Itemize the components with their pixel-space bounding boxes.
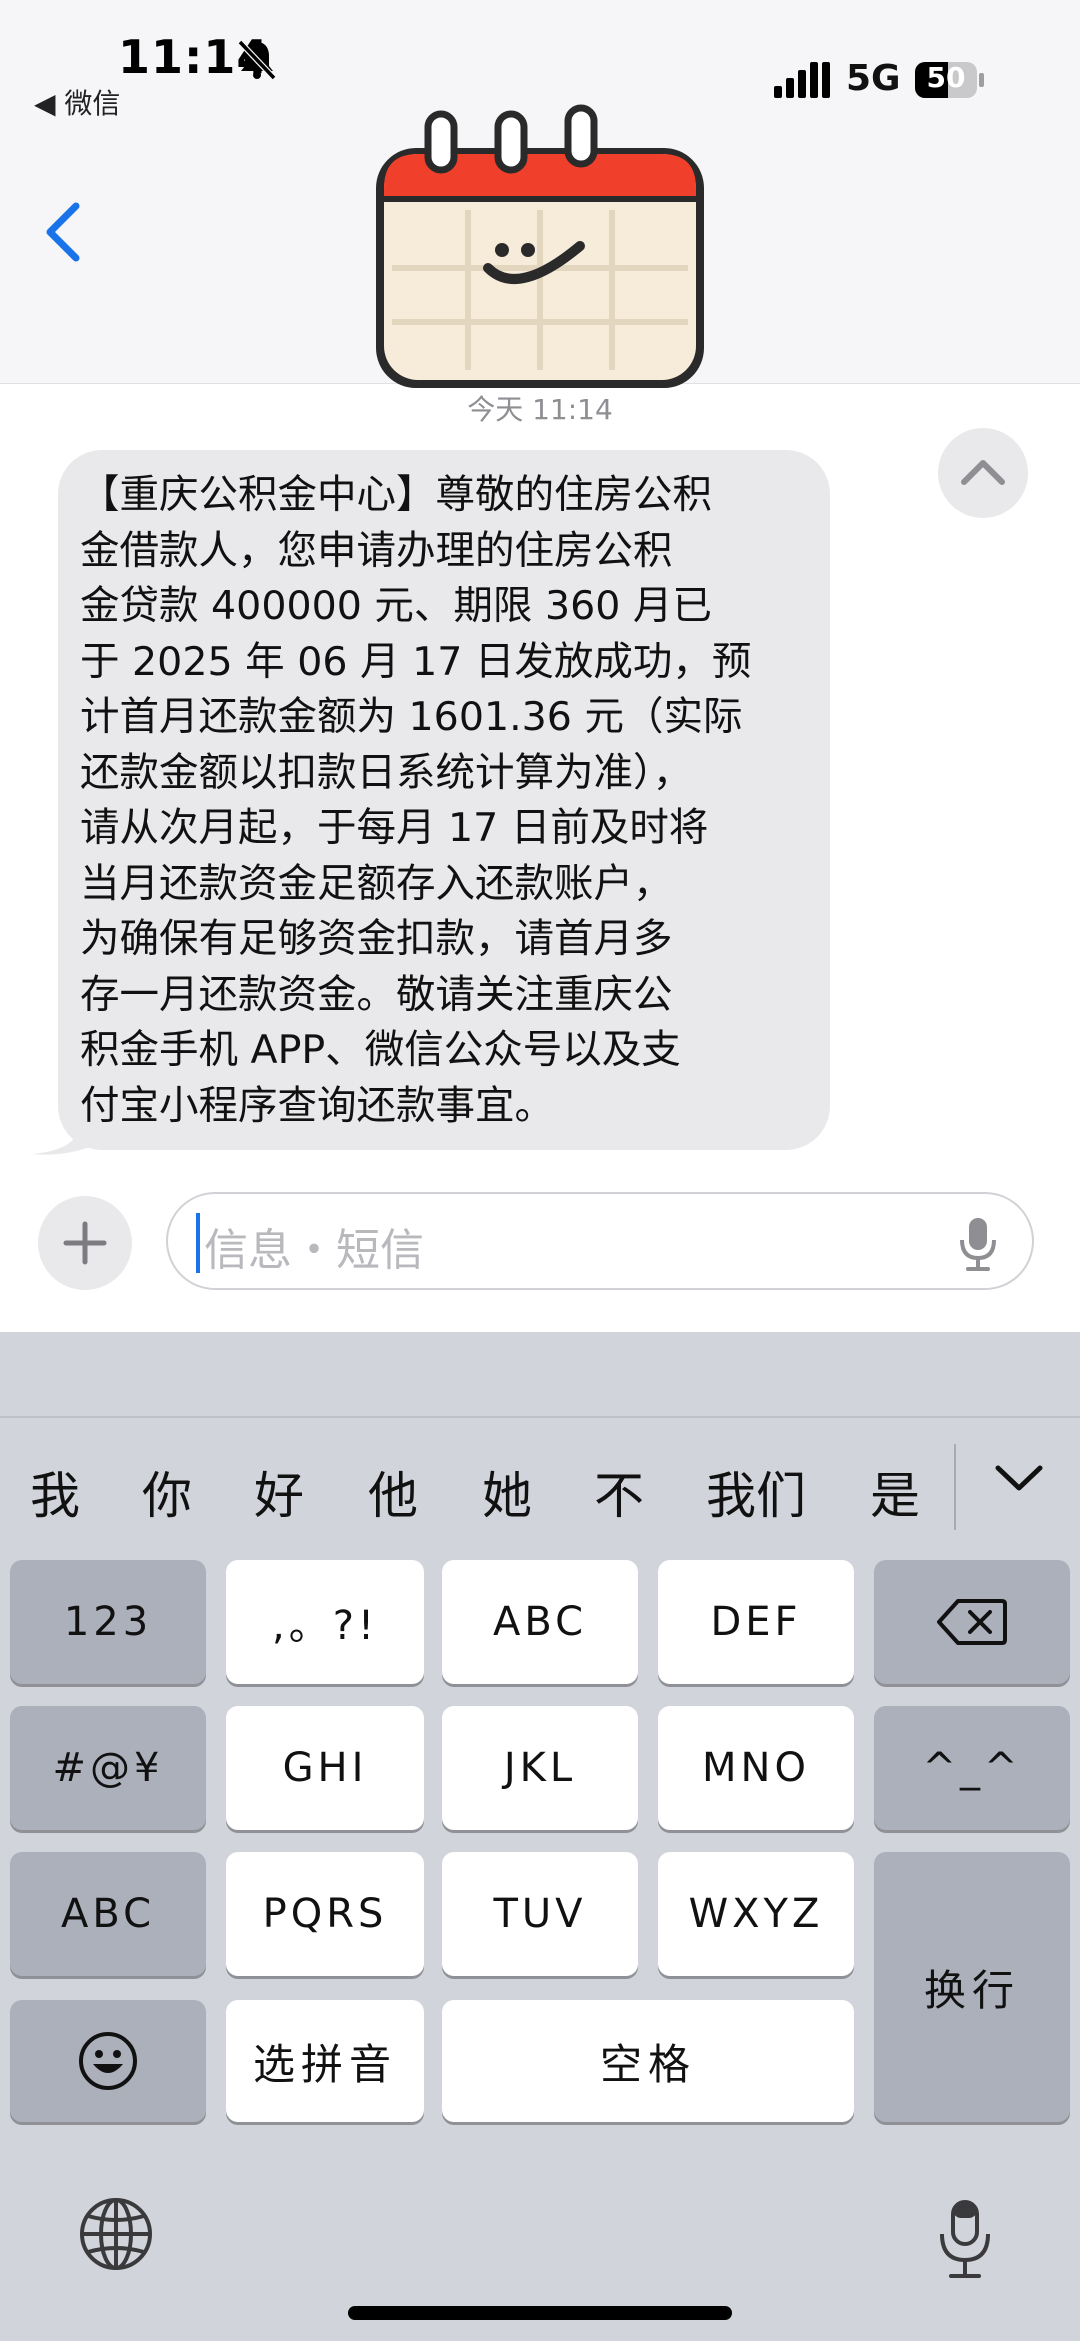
battery-level: 50 <box>926 61 966 94</box>
dictation-mic-icon[interactable] <box>958 1216 998 1272</box>
candidate-word[interactable]: 我 <box>30 1456 80 1528</box>
key-select-pinyin[interactable]: 选拼音 <box>226 2000 424 2122</box>
microphone-icon[interactable] <box>936 2198 994 2284</box>
back-chevron-icon[interactable] <box>42 200 86 264</box>
key-123[interactable]: 123 <box>10 1560 206 1684</box>
text-cursor <box>196 1213 200 1273</box>
key-ghi[interactable]: GHI <box>226 1706 424 1830</box>
key-abc[interactable]: ABC <box>442 1560 638 1684</box>
candidate-word[interactable]: 她 <box>482 1456 532 1528</box>
key-return[interactable]: 换行 <box>874 1852 1070 2122</box>
plus-icon <box>63 1221 107 1265</box>
candidate-divider <box>954 1444 956 1530</box>
candidate-bar-border <box>0 1416 1080 1418</box>
network-type: 5G <box>846 58 901 99</box>
chevron-down-icon[interactable] <box>992 1460 1046 1496</box>
key-abc-mode[interactable]: ABC <box>10 1852 206 1976</box>
message-timestamp: 今天 11:14 <box>467 393 613 426</box>
key-mno[interactable]: MNO <box>658 1706 854 1830</box>
key-delete[interactable] <box>874 1560 1070 1684</box>
key-jkl[interactable]: JKL <box>442 1706 638 1830</box>
candidate-word[interactable]: 好 <box>254 1456 304 1528</box>
back-to-wechat-link[interactable]: ◀ 微信 <box>34 82 120 122</box>
candidate-word[interactable]: 是 <box>870 1456 920 1528</box>
key-tuv[interactable]: TUV <box>442 1852 638 1976</box>
candidate-word[interactable]: 你 <box>142 1456 192 1528</box>
add-attachment-button[interactable] <box>38 1196 132 1290</box>
emoji-smiley-icon <box>79 2032 137 2090</box>
candidate-word[interactable]: 我们 <box>706 1456 806 1528</box>
key-punctuation[interactable]: ,。?! <box>226 1560 424 1684</box>
globe-icon[interactable] <box>78 2196 154 2272</box>
key-wxyz[interactable]: WXYZ <box>658 1852 854 1976</box>
key-def[interactable]: DEF <box>658 1560 854 1684</box>
key-symbols[interactable]: #@¥ <box>10 1706 206 1830</box>
signal-icon <box>774 62 830 98</box>
key-pqrs[interactable]: PQRS <box>226 1852 424 1976</box>
key-emoticon[interactable]: ^_^ <box>874 1706 1070 1830</box>
calendar-avatar-icon[interactable] <box>368 100 712 400</box>
candidate-word[interactable]: 他 <box>368 1456 418 1528</box>
message-text: 【重庆公积金中心】尊敬的住房公积 金借款人，您申请办理的住房公积 金贷款 400… <box>80 472 752 1129</box>
incoming-message-bubble[interactable]: 【重庆公积金中心】尊敬的住房公积 金借款人，您申请办理的住房公积 金贷款 400… <box>58 450 830 1150</box>
key-emoji[interactable] <box>10 2000 206 2122</box>
message-input-placeholder: 信息・短信 <box>204 1225 424 1276</box>
home-indicator <box>348 2306 732 2320</box>
candidate-word[interactable]: 不 <box>594 1456 644 1528</box>
collapse-button[interactable] <box>938 428 1028 518</box>
chevron-up-icon <box>961 460 1005 485</box>
key-space[interactable]: 空格 <box>442 2000 854 2122</box>
bell-muted-icon <box>237 39 277 81</box>
delete-icon <box>937 1599 1007 1645</box>
